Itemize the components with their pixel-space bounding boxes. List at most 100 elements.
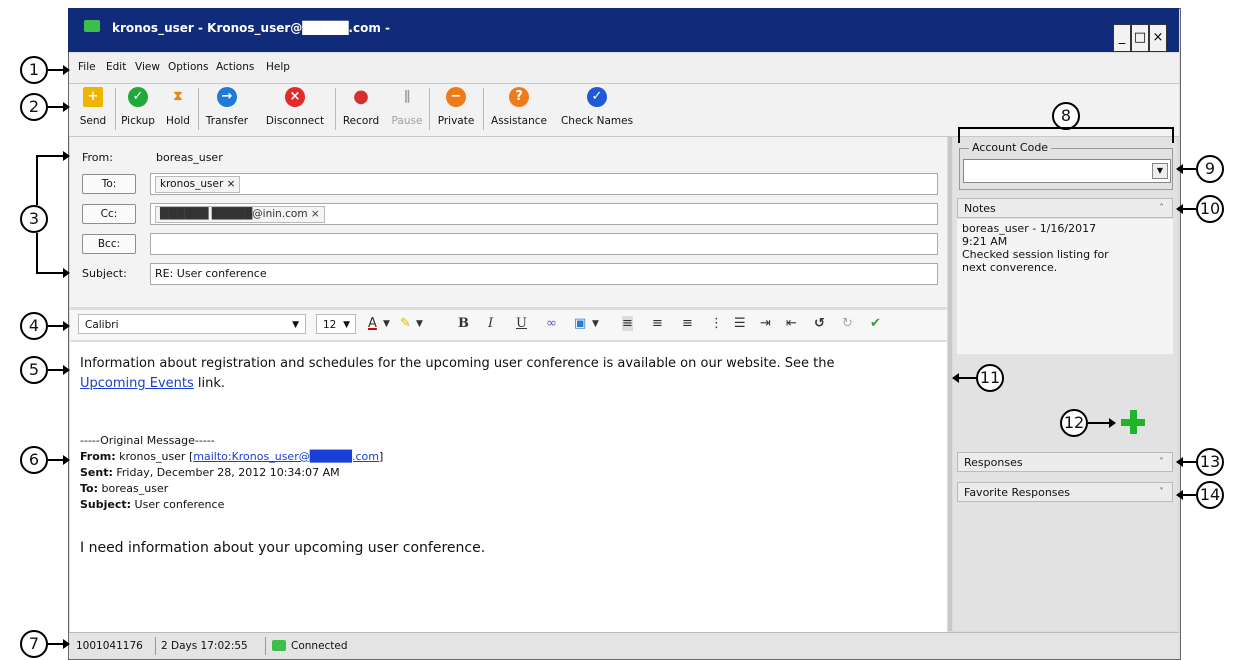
outdent-icon[interactable]: ⇤ (786, 316, 797, 331)
underline-icon[interactable]: U (516, 316, 527, 331)
private-button[interactable]: − Private (431, 84, 481, 136)
menu-help[interactable]: Help (266, 61, 290, 73)
body-line-2: Upcoming Events link. (80, 376, 225, 391)
font-color-icon[interactable]: A (368, 316, 377, 331)
connection-state: Connected (291, 640, 348, 652)
to-button[interactable]: To: (82, 174, 136, 194)
notes-header[interactable]: Notes ˄ (957, 198, 1173, 218)
font-select[interactable]: Calibri ▼ (78, 314, 306, 334)
callout-arrow (48, 365, 70, 375)
notes-body[interactable]: boreas_user - 1/16/2017 9:21 AM Checked … (957, 219, 1173, 354)
hold-button[interactable]: ⧗ Hold (161, 84, 195, 136)
align-right-icon[interactable]: ≡ (682, 316, 693, 331)
cc-field[interactable]: ██████ █████@inin.com × (150, 203, 938, 225)
private-label: Private (437, 115, 475, 127)
numbered-list-icon[interactable]: ⋮ (710, 316, 723, 331)
font-value: Calibri (85, 319, 119, 331)
callout-8: 8 (1052, 102, 1080, 130)
menu-view[interactable]: View (135, 61, 160, 73)
chevron-down-icon: ▼ (343, 320, 350, 330)
recipient-chip[interactable]: kronos_user × (155, 176, 241, 193)
cc-button[interactable]: Cc: (82, 204, 136, 224)
callout-arrow (1176, 490, 1196, 500)
chevron-down-icon[interactable]: ▼ (416, 319, 423, 329)
menu-options[interactable]: Options (168, 61, 209, 73)
callout-bracket (36, 155, 38, 205)
link-icon[interactable]: ∞ (546, 316, 557, 331)
highlight-icon[interactable]: ✎ (400, 316, 411, 331)
align-center-icon[interactable]: ≡ (652, 316, 663, 331)
chevron-down-icon[interactable]: ▼ (1152, 163, 1168, 179)
toolbar-divider (115, 88, 116, 130)
check-names-label: Check Names (560, 115, 634, 127)
transfer-button[interactable]: → Transfer (200, 84, 254, 136)
callout-2: 2 (20, 93, 48, 121)
bcc-button[interactable]: Bcc: (82, 234, 136, 254)
indent-icon[interactable]: ⇥ (760, 316, 771, 331)
recipient-chip[interactable]: ██████ █████@inin.com × (155, 206, 325, 223)
disconnect-button[interactable]: × Disconnect (257, 84, 333, 136)
bold-icon[interactable]: B (458, 316, 469, 331)
splitter-handle[interactable] (948, 137, 952, 631)
align-left-icon[interactable]: ≡ (622, 316, 633, 331)
body-line-2-rest: link. (193, 376, 226, 391)
responses-dropdown[interactable]: Responses ˅ (957, 452, 1173, 472)
to-label: To: (80, 482, 98, 495)
menu-file[interactable]: File (78, 61, 96, 73)
subject-label: Subject: (80, 498, 132, 511)
callout-3: 3 (20, 205, 48, 233)
pickup-button[interactable]: ✓ Pickup (117, 84, 159, 136)
from-label: From: (82, 151, 113, 164)
format-toolbar: Calibri ▼ 12 ▼ A ▼ ✎ ▼ B I U ∞ ▣ ▼ ≡ ≡ ≡… (70, 310, 947, 341)
callout-1: 1 (20, 56, 48, 84)
undo-icon[interactable]: ↺ (814, 316, 825, 331)
italic-icon[interactable]: I (488, 316, 493, 331)
spellcheck-icon[interactable]: ✔ (870, 316, 881, 331)
pause-button[interactable]: ∥ Pause (387, 84, 427, 136)
image-icon[interactable]: ▣ (574, 316, 586, 331)
from-label: From: (80, 450, 116, 463)
menu-edit[interactable]: Edit (106, 61, 126, 73)
to-field[interactable]: kronos_user × (150, 173, 938, 195)
font-size-select[interactable]: 12 ▼ (316, 314, 356, 334)
callout-bracket (1172, 127, 1174, 143)
callout-arrow (1176, 457, 1196, 467)
font-size-value: 12 (323, 319, 337, 331)
assistance-button[interactable]: ? Assistance (485, 84, 553, 136)
chevron-down-icon[interactable]: ▼ (592, 319, 599, 329)
redo-icon[interactable]: ↻ (842, 316, 853, 331)
title-bar: kronos_user - Kronos_user@█████.com - _ … (68, 8, 1179, 52)
account-code-select[interactable]: ▼ (963, 159, 1171, 183)
callout-11: 11 (976, 364, 1004, 392)
menu-actions[interactable]: Actions (216, 61, 254, 73)
maximize-button[interactable]: □ (1131, 24, 1149, 52)
favorite-responses-dropdown[interactable]: Favorite Responses ˅ (957, 482, 1173, 502)
mailto-link[interactable]: mailto:Kronos_user@█████.com (193, 450, 379, 463)
toolbar-divider (483, 88, 484, 130)
original-from: From: kronos_user [mailto:Kronos_user@██… (80, 450, 383, 463)
callout-5: 5 (20, 356, 48, 384)
from-value: boreas_user (156, 151, 223, 164)
chevron-down-icon[interactable]: ˅ (1159, 483, 1164, 503)
chevron-up-icon[interactable]: ˄ (1159, 199, 1164, 219)
subject-field[interactable]: RE: User conference (150, 263, 938, 285)
message-body[interactable]: Information about registration and sched… (70, 341, 947, 632)
sent-value: Friday, December 28, 2012 10:34:07 AM (112, 466, 340, 479)
chevron-down-icon[interactable]: ▼ (383, 319, 390, 329)
account-code-label: Account Code (969, 141, 1052, 154)
bcc-field[interactable] (150, 233, 938, 255)
close-button[interactable]: × (1149, 24, 1167, 52)
add-response-button[interactable] (1121, 410, 1145, 434)
bullet-list-icon[interactable]: ☰ (734, 316, 746, 331)
subject-value: User conference (131, 498, 225, 511)
hold-label: Hold (166, 115, 190, 127)
send-button[interactable]: + Send (73, 84, 113, 136)
check-names-button[interactable]: ✓ Check Names (555, 84, 639, 136)
toolbar-divider (198, 88, 199, 130)
upcoming-events-link[interactable]: Upcoming Events (80, 376, 194, 391)
chevron-down-icon[interactable]: ˅ (1159, 453, 1164, 473)
record-button[interactable]: ● Record (337, 84, 385, 136)
email-icon (272, 640, 286, 651)
minimize-button[interactable]: _ (1113, 24, 1131, 52)
toolbar-divider (429, 88, 430, 130)
